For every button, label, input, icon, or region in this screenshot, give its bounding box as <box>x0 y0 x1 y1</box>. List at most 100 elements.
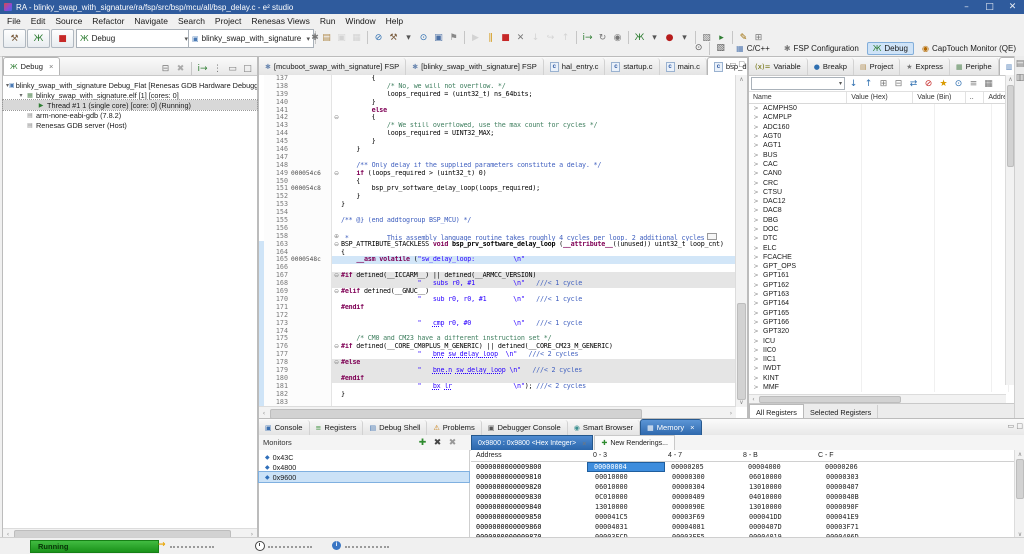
register-row[interactable]: >GPT165 <box>749 309 1015 318</box>
editor-minmax-icons[interactable]: ▭ □ <box>730 60 745 68</box>
register-row[interactable]: >KINT <box>749 374 1015 383</box>
open-console-icon[interactable]: ▣ <box>431 33 446 43</box>
memory-address-cell[interactable]: 0000000000009840 <box>471 503 588 511</box>
code-line[interactable]: 158⊕ * This assembly language routine ta… <box>259 233 736 241</box>
expand-icon[interactable]: > <box>749 189 763 196</box>
expand-icon[interactable]: > <box>749 338 763 345</box>
expand-icon[interactable]: > <box>749 272 763 279</box>
remove-all-memory-monitors-icon[interactable]: ✖ <box>445 438 460 448</box>
memory-value-cell[interactable]: 00004081 <box>665 523 742 531</box>
memory-value-cell[interactable]: 0C010000 <box>588 493 665 501</box>
code-line[interactable]: 148 /** Only delay if the supplied param… <box>259 162 736 170</box>
disconnect-icon[interactable]: ✕ <box>513 33 528 43</box>
register-row[interactable]: >ADC160 <box>749 123 1015 132</box>
show-columns-icon[interactable]: ≡ <box>966 79 981 89</box>
memory-value-cell[interactable]: 00004031 <box>588 523 665 531</box>
fold-marker-icon[interactable]: ⊖ <box>332 170 341 178</box>
expand-icon[interactable]: > <box>749 235 763 242</box>
code-line[interactable]: 175 /* CM0 and CM23 have a different ins… <box>259 335 736 343</box>
editor-tab[interactable]: cstartup.c <box>605 58 659 75</box>
register-row[interactable]: >DBG <box>749 216 1015 225</box>
code-line[interactable]: 155/** @} (end addtogroup BSP_MCU) */ <box>259 217 736 225</box>
tab-selected-registers[interactable]: Selected Registers <box>804 405 878 419</box>
expand-icon[interactable]: > <box>749 180 763 187</box>
instruction-stepping-icon[interactable]: i→ <box>580 33 595 43</box>
memory-rendering-tab[interactable]: ✚New Renderings... <box>594 435 674 451</box>
collapse-all-icon[interactable]: ⊟ <box>158 64 173 74</box>
memory-value-cell[interactable]: 000041C5 <box>588 513 665 521</box>
memory-value-cell[interactable]: 13010000 <box>742 483 819 491</box>
view-tab-express[interactable]: ★Express <box>900 58 950 75</box>
close-button[interactable]: ✕ <box>1005 2 1020 12</box>
memory-column-0-3[interactable]: 0 - 3 <box>588 452 663 459</box>
code-line[interactable]: 163⊖BSP_ATTRIBUTE_STACKLESS void bsp_prv… <box>259 241 736 249</box>
minimize-view-icon[interactable]: ▭ <box>225 64 240 74</box>
memory-value-cell[interactable]: 00010000 <box>588 473 665 481</box>
view-menu-icon[interactable]: ⋮ <box>210 64 225 74</box>
expand-icon[interactable]: > <box>749 152 763 159</box>
code-line[interactable]: 149000054c6⊖ if (loops_required > (uint3… <box>259 170 736 178</box>
column-header-name[interactable]: Name <box>749 92 847 103</box>
expand-all-icon[interactable]: ⊞ <box>876 79 891 89</box>
code-line[interactable]: 181 " bx lr \n"); ///< 2 cycles <box>259 383 736 391</box>
terminate-icon[interactable]: ■ <box>498 33 513 43</box>
menu-item-window[interactable]: Window <box>340 16 380 26</box>
editor-tab[interactable]: ✱[mcuboot_swap_with_signature] FSP <box>259 58 406 75</box>
build-all-icon[interactable]: ⚒ <box>386 33 401 43</box>
stop-monitoring-icon[interactable]: ⊘ <box>921 79 936 89</box>
perspective-debug[interactable]: ЖDebug <box>867 42 914 55</box>
register-filter-combo[interactable]: ▾ <box>751 77 845 90</box>
memory-column-8-b[interactable]: 8 - B <box>738 452 813 459</box>
code-line[interactable]: 182} <box>259 391 736 399</box>
register-row[interactable]: >IIC1 <box>749 355 1015 364</box>
view-tab-breakp[interactable]: ●Breakp <box>808 58 854 75</box>
editor-vscrollbar[interactable]: ∧ ∨ <box>735 75 747 407</box>
view-tab-registers[interactable]: ≡Registers <box>310 420 364 435</box>
find-register-icon[interactable]: ⊙ <box>951 79 966 89</box>
register-table-header[interactable]: NameValue (Hex)Value (Bin)..Address <box>749 92 1015 104</box>
expand-icon[interactable]: > <box>749 384 763 391</box>
skip-breakpoints-icon[interactable]: ⊘ <box>371 33 386 43</box>
memory-address-cell[interactable]: 0000000000009830 <box>471 493 588 501</box>
resume-icon[interactable]: ▶ <box>468 33 483 43</box>
menu-item-navigate[interactable]: Navigate <box>129 16 173 26</box>
column-header-value-bin-[interactable]: Value (Bin) <box>913 92 965 103</box>
remove-all-terminated-icon[interactable]: ✖ <box>173 64 188 74</box>
register-row[interactable]: >BUS <box>749 150 1015 159</box>
maximize-view-icon[interactable]: □ <box>240 64 255 74</box>
column-header--[interactable]: .. <box>966 92 985 103</box>
save-icon[interactable]: ▣ <box>334 33 349 43</box>
menu-item-file[interactable]: File <box>2 16 26 26</box>
debug-launch-icon[interactable]: Ж <box>27 29 50 48</box>
expand-icon[interactable]: > <box>749 124 763 131</box>
expand-icon[interactable]: > <box>749 142 763 149</box>
debug-dropdown-icon[interactable]: ▾ <box>647 33 662 43</box>
editor-tab[interactable]: cmain.c <box>660 58 707 75</box>
code-line[interactable]: 180#endif <box>259 375 736 383</box>
memory-value-cell[interactable]: 0000040B <box>819 493 896 501</box>
memory-value-cell[interactable]: 000041DD <box>742 513 819 521</box>
debug-mode-combo[interactable]: Ж Debug ▾ <box>76 29 192 48</box>
expand-icon[interactable]: > <box>749 207 763 214</box>
register-row[interactable]: >GPT161 <box>749 271 1015 280</box>
code-line[interactable]: 178⊖#else <box>259 359 736 367</box>
restore-outline-view-icon[interactable]: ▤ <box>1013 59 1024 69</box>
restore-minimized-view-icon[interactable]: ▥ <box>1013 73 1024 83</box>
register-row[interactable]: >DTC <box>749 234 1015 243</box>
code-editor[interactable]: 137 {138 /* No, we will not overflow. */… <box>259 75 736 407</box>
tree-expander-icon[interactable]: ▾ <box>17 92 25 99</box>
debug-history-icon[interactable]: Ж <box>632 33 647 43</box>
perspective-fsp-configuration[interactable]: ✱FSP Configuration <box>778 42 865 55</box>
maximize-button[interactable]: □ <box>982 2 997 12</box>
register-row[interactable]: >IIC0 <box>749 346 1015 355</box>
expand-icon[interactable]: > <box>749 245 763 252</box>
register-row[interactable]: >CTSU <box>749 188 1015 197</box>
clock-icon[interactable] <box>255 541 265 551</box>
register-row[interactable]: >AGT0 <box>749 132 1015 141</box>
register-row[interactable]: >FCACHE <box>749 253 1015 262</box>
fold-marker-icon[interactable]: ⊖ <box>332 343 341 351</box>
memory-value-cell[interactable]: 0000090E <box>665 503 742 511</box>
memory-monitor-item[interactable]: ◆0x4800 <box>259 462 469 472</box>
expand-icon[interactable]: > <box>749 226 763 233</box>
view-tab-problems[interactable]: ⚠Problems <box>427 420 481 435</box>
